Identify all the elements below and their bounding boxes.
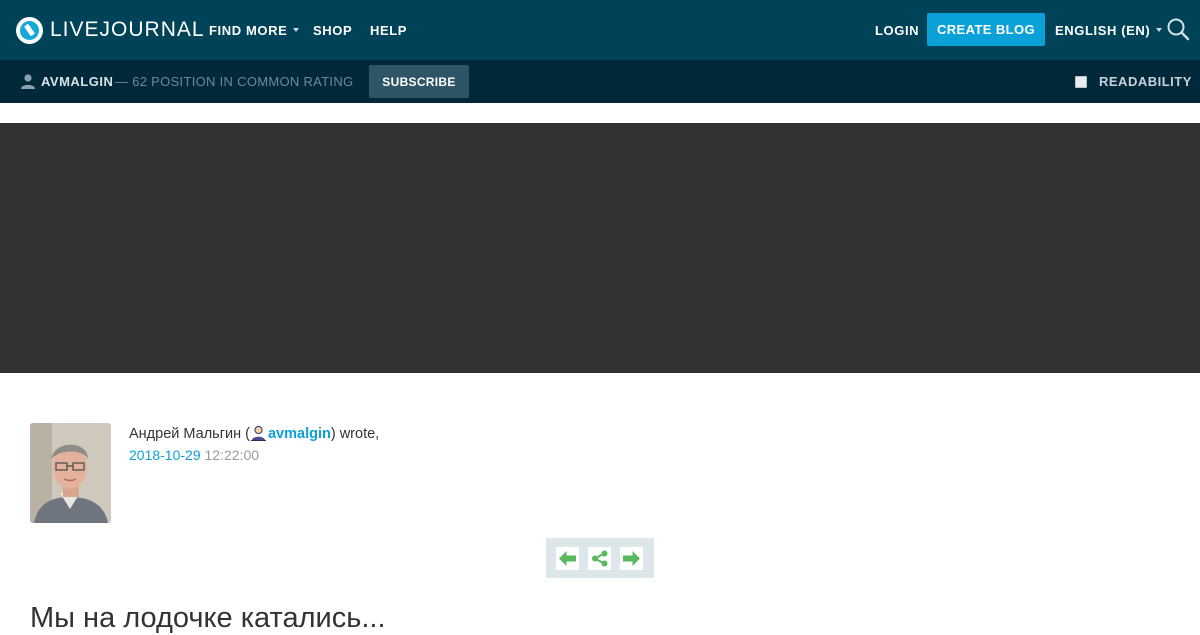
post-date-link[interactable]: 2018-10-29: [129, 447, 201, 463]
readability-checkbox[interactable]: [1075, 76, 1087, 88]
nav-shop[interactable]: SHOP: [313, 0, 352, 60]
journal-username[interactable]: AVMALGIN: [41, 60, 113, 103]
user-profile-icon[interactable]: [250, 425, 267, 441]
livejournal-logo[interactable]: LIVEJOURNAL: [16, 15, 205, 45]
readability-label[interactable]: READABILITY: [1099, 60, 1192, 103]
post-title: Мы на лодочке катались...: [30, 602, 386, 634]
user-icon: [21, 74, 35, 89]
journal-rating: — 62 POSITION IN COMMON RATING: [115, 74, 354, 89]
author-name: Андрей Мальгин (: [129, 426, 250, 442]
next-post-button[interactable]: [620, 547, 643, 570]
post-navigation: [546, 538, 654, 578]
livejournal-logo-icon: [16, 16, 43, 44]
previous-post-button[interactable]: [556, 547, 579, 570]
author-avatar[interactable]: [30, 423, 111, 523]
avatar-photo: [30, 423, 111, 523]
share-button[interactable]: [588, 547, 611, 570]
post-time: 12:22:00: [204, 447, 260, 463]
nav-help[interactable]: HELP: [370, 0, 407, 60]
language-label: ENGLISH (EN): [1055, 22, 1151, 38]
author-suffix: ) wrote,: [330, 426, 380, 442]
share-icon: [592, 550, 608, 567]
chevron-down-icon: [293, 28, 300, 32]
logo-text: LIVEJOURNAL: [50, 18, 205, 41]
nav-find-more[interactable]: FIND MORE: [209, 0, 300, 60]
journal-banner: [0, 123, 1200, 373]
prev-arrow-icon: [559, 551, 576, 566]
author-username-link[interactable]: avmalgin: [268, 426, 331, 442]
chevron-down-icon: [1156, 28, 1163, 32]
language-selector[interactable]: ENGLISH (EN): [1055, 0, 1163, 60]
search-icon[interactable]: [1166, 17, 1190, 41]
login-link[interactable]: LOGIN: [875, 0, 919, 60]
author-line: Андрей Мальгин ( avmalgin) wrote,: [129, 425, 379, 442]
nav-find-more-label: FIND MORE: [209, 22, 288, 38]
next-arrow-icon: [623, 551, 640, 566]
create-blog-button[interactable]: CREATE BLOG: [927, 13, 1045, 46]
subscribe-button[interactable]: SUBSCRIBE: [369, 65, 469, 98]
post-datetime: 2018-10-29 12:22:00: [129, 447, 259, 463]
